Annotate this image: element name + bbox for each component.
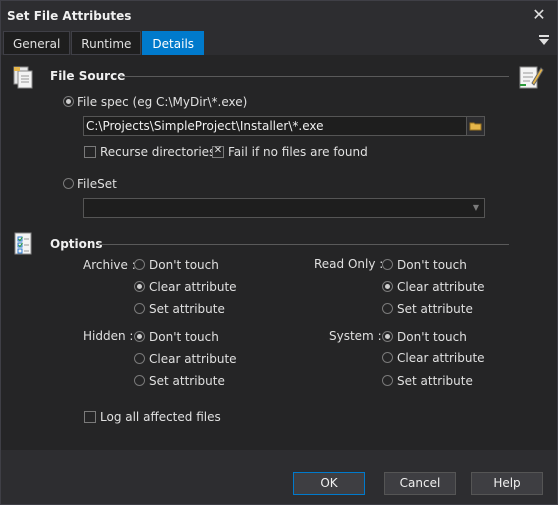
filespec-radio[interactable] [63, 96, 74, 107]
system-set-label: Set attribute [397, 374, 473, 388]
tab-general[interactable]: General [3, 31, 71, 55]
readonly-dont-touch-label: Don't touch [397, 258, 467, 272]
archive-dont-touch-radio[interactable] [134, 259, 145, 270]
system-set-radio[interactable] [382, 375, 393, 386]
log-affected-files-checkbox[interactable] [84, 411, 96, 423]
tab-menu-icon[interactable] [537, 35, 551, 49]
hidden-dont-touch-radio[interactable] [134, 331, 145, 342]
log-affected-files-label: Log all affected files [100, 410, 221, 424]
dialog-footer: OK Cancel Help [1, 450, 557, 504]
fileset-label: FileSet [77, 177, 117, 191]
tab-strip: General Runtime Details [3, 31, 205, 55]
system-clear-radio[interactable] [382, 352, 393, 363]
chevron-down-icon[interactable]: ▼ [470, 202, 482, 214]
readonly-set-radio[interactable] [382, 303, 393, 314]
help-button[interactable]: Help [471, 472, 543, 495]
cancel-button[interactable]: Cancel [384, 472, 456, 495]
filespec-input[interactable]: C:\Projects\SimpleProject\Installer\*.ex… [83, 116, 485, 136]
readonly-dont-touch-radio[interactable] [382, 259, 393, 270]
fileset-radio[interactable] [63, 178, 74, 189]
hidden-clear-radio[interactable] [134, 353, 145, 364]
hidden-set-label: Set attribute [149, 374, 225, 388]
fail-if-no-files-checkbox[interactable] [212, 145, 224, 158]
set-file-attributes-dialog: Set File Attributes ✕ General Runtime De… [0, 0, 558, 505]
recurse-directories-checkbox[interactable] [84, 146, 96, 158]
archive-clear-label: Clear attribute [149, 280, 237, 294]
hidden-set-radio[interactable] [134, 375, 145, 386]
file-source-icon [11, 65, 37, 91]
system-clear-label: Clear attribute [397, 351, 485, 365]
title-bar: Set File Attributes ✕ [1, 1, 557, 31]
readonly-label: Read Only : [314, 257, 384, 271]
edit-document-icon [518, 63, 544, 91]
ok-button[interactable]: OK [293, 472, 365, 495]
close-icon[interactable]: ✕ [529, 5, 549, 25]
archive-clear-radio[interactable] [134, 281, 145, 292]
archive-set-radio[interactable] [134, 303, 145, 314]
tab-runtime[interactable]: Runtime [71, 31, 142, 55]
readonly-set-label: Set attribute [397, 302, 473, 316]
filespec-label: File spec (eg C:\MyDir\*.exe) [77, 95, 248, 109]
details-panel: File Source File spec (eg C:\MyDir\*.exe… [1, 55, 557, 450]
file-source-divider [119, 76, 509, 77]
archive-label: Archive : [83, 258, 136, 272]
options-divider [99, 244, 509, 245]
fail-if-no-files-label: Fail if no files are found [228, 145, 368, 159]
system-dont-touch-radio[interactable] [382, 331, 393, 342]
hidden-clear-label: Clear attribute [149, 352, 237, 366]
recurse-directories-label: Recurse directories [100, 145, 216, 159]
readonly-clear-radio[interactable] [382, 281, 393, 292]
browse-folder-icon[interactable] [466, 117, 484, 135]
system-dont-touch-label: Don't touch [397, 330, 467, 344]
archive-set-label: Set attribute [149, 302, 225, 316]
tab-details[interactable]: Details [142, 31, 205, 55]
hidden-dont-touch-label: Don't touch [149, 330, 219, 344]
options-icon [13, 231, 35, 257]
fileset-combo[interactable]: ▼ [83, 198, 485, 218]
archive-dont-touch-label: Don't touch [149, 258, 219, 272]
readonly-clear-label: Clear attribute [397, 280, 485, 294]
hidden-label: Hidden : [83, 329, 134, 343]
file-source-title: File Source [50, 69, 126, 83]
options-title: Options [50, 237, 103, 251]
window-title: Set File Attributes [7, 9, 132, 23]
system-label: System : [329, 329, 382, 343]
